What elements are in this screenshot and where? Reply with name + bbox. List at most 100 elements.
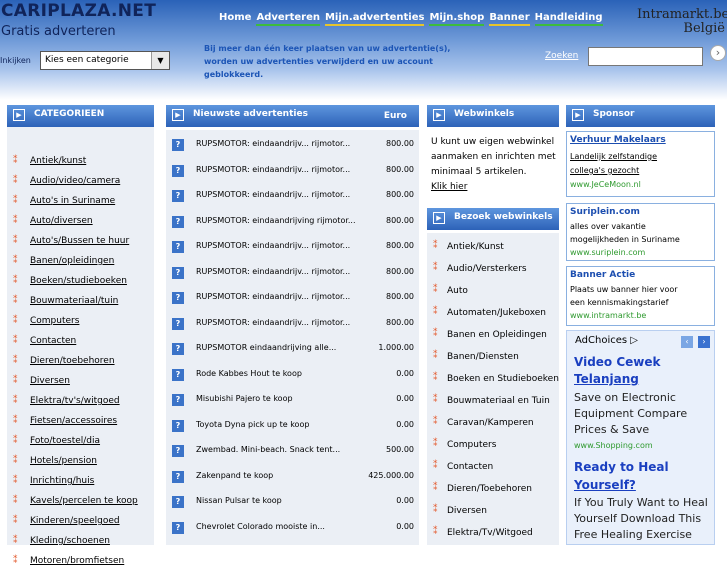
shop-category-item[interactable]: ⁑ Elektra/Tv/Witgoed (427, 526, 559, 546)
ad-row-title[interactable]: RUPSMOTOR eindaandrijving alle... (196, 343, 336, 352)
ad-row[interactable]: ? Chevrolet Colorado mooiste in... 0.00 (166, 516, 419, 541)
ad-row[interactable]: ? RUPSMOTOR: eindaandrijv... rijmotor... 8… (166, 286, 419, 311)
category-link[interactable]: Contacten (30, 336, 76, 346)
shop-category-label[interactable]: Dieren/Toebehoren (447, 484, 532, 494)
category-link[interactable]: Kinderen/speelgoed (30, 516, 120, 526)
category-link[interactable]: Kavels/percelen te koop (30, 496, 138, 506)
category-link[interactable]: Foto/toestel/dia (30, 436, 100, 446)
sponsor-item[interactable]: Suriplein.com alles over vakantie mogeli… (566, 203, 715, 261)
shop-category-item[interactable]: ⁑ Banen/Diensten (427, 350, 559, 370)
category-link[interactable]: Auto/diversen (30, 216, 93, 226)
ad-row[interactable]: ? RUPSMOTOR: eindaandrijv... rijmotor... 8… (166, 159, 419, 184)
ad-row[interactable]: ? Zakenpand te koop 425.000.00 (166, 465, 419, 490)
ad-row[interactable]: ? RUPSMOTOR: eindaandrijving rijmotor... 8… (166, 210, 419, 235)
category-link[interactable]: Boeken/studieboeken (30, 276, 127, 286)
category-link[interactable]: Inrichting/huis (30, 476, 94, 486)
category-item[interactable]: ⁑ Computers (7, 314, 154, 334)
sponsor-item-title[interactable]: Banner Actie (570, 270, 635, 280)
shop-category-item[interactable]: ⁑ Dieren/Toebehoren (427, 482, 559, 502)
ad-row[interactable]: ? RUPSMOTOR: eindaandrijv... rijmotor... 8… (166, 184, 419, 209)
ad-row-title[interactable]: Chevrolet Colorado mooiste in... (196, 522, 325, 531)
shop-category-label[interactable]: Audio/Versterkers (447, 264, 527, 274)
ad-row[interactable]: ? Toyota Dyna pick up te koop 0.00 (166, 414, 419, 439)
category-item[interactable]: ⁑ Kinderen/speelgoed (7, 514, 154, 534)
search-go-icon[interactable]: › (710, 45, 726, 61)
chevron-left-icon[interactable]: ‹ (681, 336, 693, 348)
category-item[interactable]: ⁑ Kavels/percelen te koop (7, 494, 154, 514)
category-item[interactable]: ⁑ Inrichting/huis (7, 474, 154, 494)
shop-category-label[interactable]: Automaten/Jukeboxen (447, 308, 546, 318)
category-item[interactable]: ⁑ Dieren/toebehoren (7, 354, 154, 374)
shop-category-label[interactable]: Contacten (447, 462, 493, 472)
category-link[interactable]: Fietsen/accessoires (30, 416, 117, 426)
ad-title[interactable]: Yourself? (574, 478, 636, 492)
ad-row-title[interactable]: RUPSMOTOR: eindaandrijv... rijmotor... (196, 318, 350, 327)
category-link[interactable]: Audio/video/camera (30, 176, 120, 186)
category-link[interactable]: Auto's/Bussen te huur (30, 236, 129, 246)
ad-row[interactable]: ? Rode Kabbes Hout te koop 0.00 (166, 363, 419, 388)
shop-category-label[interactable]: Caravan/Kamperen (447, 418, 534, 428)
ad-row-title[interactable]: Toyota Dyna pick up te koop (196, 420, 309, 429)
adchoices-label[interactable]: AdChoices ▷ (575, 335, 638, 346)
category-link[interactable]: Dieren/toebehoren (30, 356, 115, 366)
ad-row[interactable]: ? Zwembad. Mini-beach. Snack tent... 500.0… (166, 439, 419, 464)
ad-row-title[interactable]: RUPSMOTOR: eindaandrijv... rijmotor... (196, 241, 350, 250)
shop-category-label[interactable]: Banen en Opleidingen (447, 330, 547, 340)
nav-mijn-advertenties[interactable]: Mijn.advertenties (324, 12, 425, 26)
category-link[interactable]: Auto's in Suriname (30, 196, 115, 206)
ad-row[interactable]: ? Misubishi Pajero te koop 0.00 (166, 388, 419, 413)
site-logo[interactable]: CARIPLAZA.NET (1, 1, 156, 21)
ad-row-title[interactable]: Misubishi Pajero te koop (196, 394, 293, 403)
shop-category-item[interactable]: ⁑ Auto (427, 284, 559, 304)
sponsor-item[interactable]: Banner Actie Plaats uw banner hier voor … (566, 266, 715, 326)
sponsor-item-url[interactable]: www.JeCeMoon.nl (570, 180, 641, 189)
category-link[interactable]: Antiek/kunst (30, 156, 86, 166)
nav-adverteren[interactable]: Adverteren (256, 12, 320, 26)
ad-url[interactable]: www.Shopping.com (574, 441, 653, 450)
ad-row-title[interactable]: Nissan Pulsar te koop (196, 496, 282, 505)
category-link[interactable]: Hotels/pension (30, 456, 97, 466)
shop-category-label[interactable]: Elektra/Tv/Witgoed (447, 528, 533, 538)
category-item[interactable]: ⁑ Diversen (7, 374, 154, 394)
sponsor-item-title[interactable]: Verhuur Makelaars (570, 135, 666, 145)
shop-category-label[interactable]: Boeken en Studieboeken (447, 374, 559, 384)
category-item[interactable]: ⁑ Motoren/bromfietsen (7, 554, 154, 574)
shop-category-item[interactable]: ⁑ Contacten (427, 460, 559, 480)
chevron-right-icon[interactable]: › (698, 336, 710, 348)
ad-title[interactable]: Video Cewek (574, 355, 661, 369)
nav-home[interactable]: Home (219, 12, 251, 26)
ad-row-title[interactable]: RUPSMOTOR: eindaandrijv... rijmotor... (196, 165, 350, 174)
category-item[interactable]: ⁑ Auto's/Bussen te huur (7, 234, 154, 254)
ad-row[interactable]: ? RUPSMOTOR: eindaandrijv... rijmotor... 8… (166, 133, 419, 158)
ad-row-title[interactable]: RUPSMOTOR: eindaandrijv... rijmotor... (196, 190, 350, 199)
category-item[interactable]: ⁑ Bouwmateriaal/tuin (7, 294, 154, 314)
shop-category-item[interactable]: ⁑ Caravan/Kamperen (427, 416, 559, 436)
category-item[interactable]: ⁑ Boeken/studieboeken (7, 274, 154, 294)
category-item[interactable]: ⁑ Auto/diversen (7, 214, 154, 234)
ad-row[interactable]: ? RUPSMOTOR: eindaandrijv... rijmotor... 8… (166, 235, 419, 260)
category-item[interactable]: ⁑ Foto/toestel/dia (7, 434, 154, 454)
shop-category-label[interactable]: Bouwmateriaal en Tuin (447, 396, 550, 406)
ad-row-title[interactable]: Zwembad. Mini-beach. Snack tent... (196, 445, 340, 454)
category-item[interactable]: ⁑ Audio/video/camera (7, 174, 154, 194)
category-item[interactable]: ⁑ Banen/opleidingen (7, 254, 154, 274)
ad-row[interactable]: ? RUPSMOTOR: eindaandrijv... rijmotor... 8… (166, 312, 419, 337)
category-item[interactable]: ⁑ Fietsen/accessoires (7, 414, 154, 434)
shop-category-item[interactable]: ⁑ Audio/Versterkers (427, 262, 559, 282)
sponsor-item[interactable]: Verhuur Makelaars Landelijk zelfstandige… (566, 131, 715, 197)
shop-category-item[interactable]: ⁑ Banen en Opleidingen (427, 328, 559, 348)
shop-category-item[interactable]: ⁑ Boeken en Studieboeken (427, 372, 559, 392)
ad-row-title[interactable]: RUPSMOTOR: eindaandrijv... rijmotor... (196, 292, 350, 301)
category-link[interactable]: Diversen (30, 376, 70, 386)
category-item[interactable]: ⁑ Contacten (7, 334, 154, 354)
ad-row[interactable]: ? Nissan Pulsar te koop 0.00 (166, 490, 419, 515)
category-link[interactable]: Computers (30, 316, 79, 326)
category-item[interactable]: ⁑ Hotels/pension (7, 454, 154, 474)
category-link[interactable]: Bouwmateriaal/tuin (30, 296, 118, 306)
category-link[interactable]: Elektra/tv's/witgoed (30, 396, 120, 406)
ad-row-title[interactable]: RUPSMOTOR: eindaandrijving rijmotor... (196, 216, 356, 225)
ad-row-title[interactable]: RUPSMOTOR: eindaandrijv... rijmotor... (196, 139, 350, 148)
sponsor-item-url[interactable]: www.intramarkt.be (570, 311, 646, 320)
shop-category-item[interactable]: ⁑ Antiek/Kunst (427, 240, 559, 260)
shop-category-label[interactable]: Diversen (447, 506, 487, 516)
